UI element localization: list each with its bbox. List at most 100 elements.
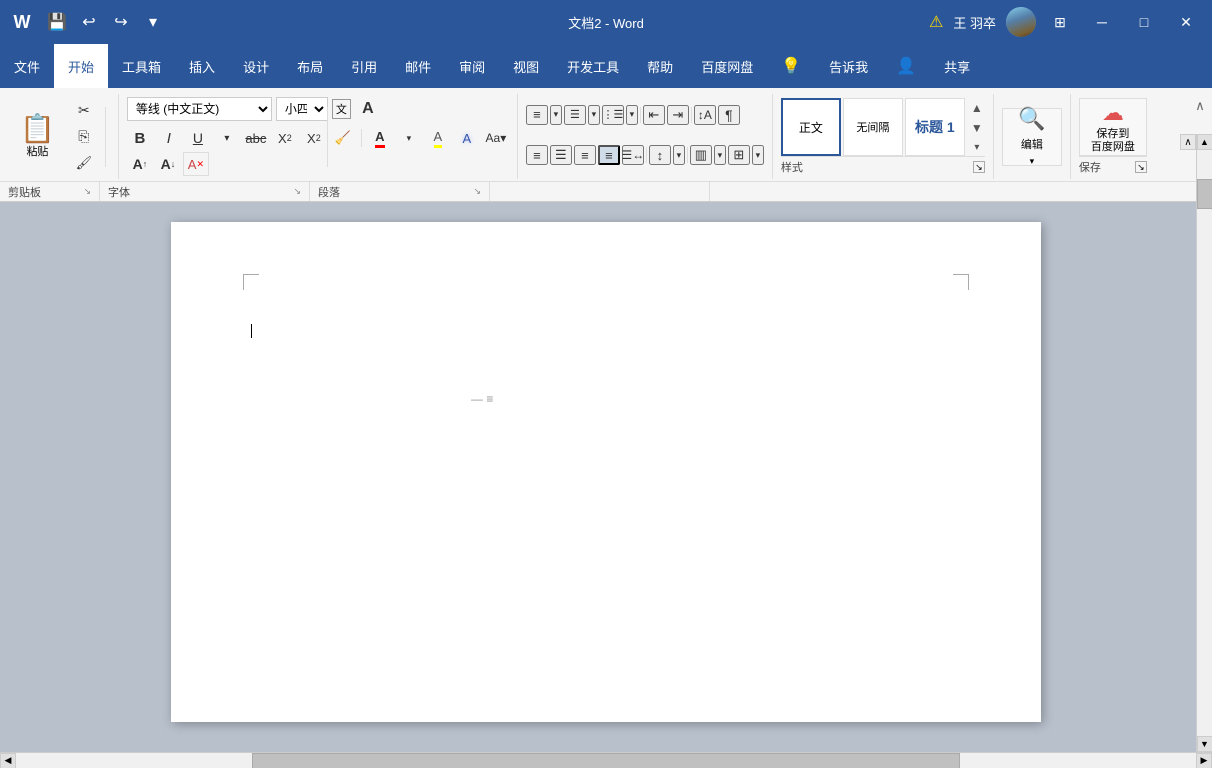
paragraph-expand-arrow[interactable]: ↘: [473, 186, 481, 197]
superscript-button[interactable]: X2: [301, 126, 327, 150]
align-left-button[interactable]: ≡: [526, 145, 548, 165]
justify-button[interactable]: ≡: [598, 145, 620, 165]
username-label: 王 羽卒: [953, 13, 996, 32]
style-normal[interactable]: 正文: [781, 98, 841, 156]
menu-view[interactable]: 视图: [499, 44, 553, 88]
menu-tools[interactable]: 工具箱: [108, 44, 175, 88]
menu-tellme[interactable]: 告诉我: [815, 44, 882, 88]
menu-file[interactable]: 文件: [0, 44, 54, 88]
align-right-button[interactable]: ≡: [574, 145, 596, 165]
menu-layout[interactable]: 布局: [283, 44, 337, 88]
document-page[interactable]: — ≡: [171, 222, 1041, 722]
text-effect-button[interactable]: A: [454, 126, 480, 150]
border-dropdown[interactable]: ▾: [752, 145, 764, 165]
clipboard-group-label: 剪贴板: [8, 184, 41, 200]
font-expand-arrow[interactable]: ↘: [293, 186, 301, 197]
clipboard-group-name-cell: 剪贴板 ↘: [0, 182, 100, 201]
line-spacing-dropdown[interactable]: ▾: [673, 145, 685, 165]
user-avatar[interactable]: [1006, 7, 1036, 37]
big-a-button[interactable]: A: [355, 97, 381, 121]
shading-dropdown[interactable]: ▾: [714, 145, 726, 165]
warning-icon: ⚠: [929, 12, 943, 32]
paste-button[interactable]: 📋 粘贴: [12, 113, 63, 161]
menu-home[interactable]: 开始: [54, 44, 108, 88]
clipboard-expand-arrow[interactable]: ↘: [83, 186, 91, 197]
ribbon-top-arrow-button[interactable]: ∧: [1180, 134, 1196, 150]
italic-button[interactable]: I: [156, 126, 182, 150]
sort-button[interactable]: ↕A: [694, 105, 716, 125]
shrink-font-button[interactable]: A↓: [155, 152, 181, 176]
h-scroll-left-button[interactable]: ◀: [0, 753, 16, 768]
font-color-button[interactable]: A: [367, 126, 393, 150]
quick-save-button[interactable]: 💾: [42, 7, 72, 37]
undo-button[interactable]: ↩: [74, 7, 104, 37]
decrease-indent-button[interactable]: ⇤: [643, 105, 665, 125]
grow-font-button[interactable]: A↑: [127, 152, 153, 176]
copy-button[interactable]: ⎘: [71, 125, 97, 149]
maximize-button[interactable]: □: [1126, 4, 1162, 40]
text-area[interactable]: [251, 322, 252, 340]
highlight-button[interactable]: A: [425, 126, 451, 150]
windows-icon-button[interactable]: ⊞: [1042, 4, 1078, 40]
title-bar: W 💾 ↩ ↪ ▾ 文档2 - Word ⚠ 王 羽卒: [0, 0, 1212, 44]
font-color-dropdown[interactable]: ▾: [396, 126, 422, 150]
show-marks-button[interactable]: ¶: [718, 105, 740, 125]
v-scroll-down-button[interactable]: ▼: [1197, 736, 1212, 752]
v-scroll-thumb[interactable]: [1197, 179, 1212, 209]
menu-developer[interactable]: 开发工具: [553, 44, 633, 88]
numbered-list-button[interactable]: ☰: [564, 105, 586, 125]
style-no-spacing[interactable]: 无间隔: [843, 98, 903, 156]
ribbon-collapse-button[interactable]: ∧: [1192, 96, 1208, 116]
format-painter-button[interactable]: 🖌: [71, 151, 97, 175]
clear-format-button[interactable]: 🧹: [330, 126, 356, 150]
menu-help[interactable]: 帮助: [633, 44, 687, 88]
styles-expand[interactable]: ▾: [969, 138, 985, 156]
distribute-button[interactable]: ☰↔: [622, 145, 644, 165]
align-center-button[interactable]: ☰: [550, 145, 572, 165]
wen-button[interactable]: 文: [332, 99, 351, 119]
save-expand-icon[interactable]: ↘: [1135, 161, 1147, 173]
close-button[interactable]: ✕: [1168, 4, 1204, 40]
save-baidu-button[interactable]: ☁ 保存到百度网盘: [1079, 98, 1147, 156]
bullet-list-button[interactable]: ≡: [526, 105, 548, 125]
menu-share-icon[interactable]: 👤: [882, 44, 930, 88]
font-size-selector[interactable]: 小四: [276, 97, 328, 121]
shading-button[interactable]: ▥: [690, 145, 712, 165]
h-scroll-right-button[interactable]: ▶: [1196, 753, 1212, 768]
customize-qat-button[interactable]: ▾: [138, 7, 168, 37]
menu-mail[interactable]: 邮件: [391, 44, 445, 88]
redo-button[interactable]: ↪: [106, 7, 136, 37]
underline-button[interactable]: U: [185, 126, 211, 150]
menu-lightbulb[interactable]: 💡: [767, 44, 815, 88]
cut-button[interactable]: ✂: [71, 99, 97, 123]
bold-button[interactable]: B: [127, 126, 153, 150]
underline-dropdown[interactable]: ▾: [214, 126, 240, 150]
bullet-dropdown[interactable]: ▾: [550, 105, 562, 125]
increase-indent-button[interactable]: ⇥: [667, 105, 689, 125]
menu-references[interactable]: 引用: [337, 44, 391, 88]
subscript-button[interactable]: X2: [272, 126, 298, 150]
v-scroll-up-button[interactable]: ▲: [1197, 134, 1212, 150]
edit-button[interactable]: 🔍 编辑 ▾: [1002, 108, 1062, 166]
menu-baidu[interactable]: 百度网盘: [687, 44, 767, 88]
clear-format2-button[interactable]: A✕: [183, 152, 209, 176]
multilevel-button[interactable]: ⋮☰: [602, 105, 624, 125]
styles-scroll-down[interactable]: ▼: [969, 118, 985, 138]
minimize-button[interactable]: ─: [1084, 4, 1120, 40]
styles-scroll-up[interactable]: ▲: [969, 98, 985, 118]
border-button[interactable]: ⊞: [728, 145, 750, 165]
style-heading1[interactable]: 标题 1: [905, 98, 965, 156]
font-name-selector[interactable]: 等线 (中文正文): [127, 97, 272, 121]
multilevel-dropdown[interactable]: ▾: [626, 105, 638, 125]
menu-share[interactable]: 共享: [930, 44, 984, 88]
h-scroll-thumb[interactable]: [252, 753, 960, 768]
menu-design[interactable]: 设计: [229, 44, 283, 88]
line-spacing-button[interactable]: ↕: [649, 145, 671, 165]
menu-insert[interactable]: 插入: [175, 44, 229, 88]
menu-review[interactable]: 审阅: [445, 44, 499, 88]
styles-expand-icon[interactable]: ↘: [973, 161, 985, 173]
para-sep2: [691, 107, 692, 123]
strikethrough-button[interactable]: abc: [243, 126, 269, 150]
case-button[interactable]: Aa▾: [483, 126, 509, 150]
numbered-dropdown[interactable]: ▾: [588, 105, 600, 125]
